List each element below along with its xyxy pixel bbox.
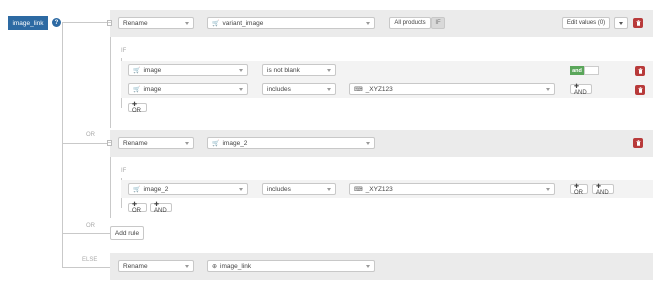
cart-icon: 🛒 [133,186,141,193]
add-and-inline-button-2[interactable]: ✚ AND [592,184,614,196]
target-field-select-1[interactable]: 🛒 variant_image [207,17,375,29]
chevron-down-icon [239,188,243,191]
condition-2-field-select[interactable]: 🛒 image_2 [128,183,248,195]
chevron-down-icon [366,142,370,145]
chevron-down-icon [327,88,331,91]
edit-values-button[interactable]: Edit values (0) [562,17,610,29]
trash-icon [638,68,642,74]
cart-icon: 🛒 [133,67,141,74]
if-label-2: IF [121,168,127,174]
delete-condition-1-row-1-button[interactable] [635,66,645,76]
condition-1-row-1-field-value: image [143,66,162,74]
trash-icon [636,140,640,146]
action-select-2-value: Rename [123,139,148,147]
chevron-down-icon [366,265,370,268]
or-connector-toggle[interactable] [584,66,599,75]
else-target-field-select-value: image_link [220,262,252,270]
if-badge-button[interactable]: IF [431,17,445,29]
else-action-select[interactable]: Rename [118,260,194,272]
tree-connector-or-2 [62,233,110,234]
condition-2-operator-value: includes [267,185,291,193]
condition-1-row-1-operator-value: is not blank [267,66,300,74]
target-field-select-2[interactable]: 🛒 image_2 [207,137,375,149]
else-action-select-value: Rename [123,262,148,270]
chevron-down-icon [185,265,189,268]
chevron-down-icon [366,22,370,25]
rule-1-options-dropdown[interactable] [614,17,628,29]
tree-connector-vertical [62,22,63,268]
chevron-down-icon [546,188,550,191]
action-select-2[interactable]: Rename [118,137,194,149]
chevron-down-icon [185,142,189,145]
add-and-condition-button-1[interactable]: ✚ AND [570,84,592,96]
action-select-1[interactable]: Rename [118,17,194,29]
condition-1-row-2-operator-select[interactable]: includes [262,83,336,95]
help-icon[interactable]: ? [52,18,61,27]
target-field-select-1-value: variant_image [222,19,264,27]
add-or-group-button-1[interactable]: ✚ OR [128,102,147,114]
condition-1-row-2-field-select[interactable]: 🛒 image [128,83,248,95]
add-or-inline-button-2[interactable]: ✚ OR [570,184,588,196]
collapse-toggle-rule-1[interactable]: – [107,20,112,26]
delete-rule-2-button[interactable] [633,138,643,148]
and-connector-toggle[interactable]: and [570,66,584,75]
condition-2-operator-select[interactable]: includes [262,183,336,195]
chevron-down-icon [239,88,243,91]
cart-icon: 🛒 [212,140,220,147]
chevron-down-icon [327,69,331,72]
trash-icon [636,20,640,26]
chevron-down-icon [239,69,243,72]
condition-1-row-2-value: _XYZ123 [365,85,393,93]
condition-1-row-1-operator-select[interactable]: is not blank [262,64,336,76]
or-label-2: OR [86,223,95,229]
or-label-1: OR [86,132,95,138]
else-label: ELSE [82,257,98,263]
chevron-down-icon [546,88,550,91]
action-select-1-value: Rename [123,19,148,27]
add-and-group-button-2[interactable]: ✚ AND [150,202,172,214]
all-products-button[interactable]: All products [389,17,431,29]
chevron-down-icon [185,22,189,25]
chevron-down-icon [619,21,623,25]
tree-connector-or-1 [62,143,110,144]
add-or-group-button-2[interactable]: ✚ OR [128,202,147,214]
condition-1-row-2-field-value: image [143,85,162,93]
target-field-select-2-value: image_2 [222,139,248,147]
tree-connector-else [62,267,110,268]
delete-rule-1-button[interactable] [633,18,643,28]
collapse-toggle-rule-2[interactable]: – [107,140,112,146]
keyboard-icon: ⌨ [354,86,363,93]
cart-icon: 🛒 [212,20,220,27]
condition-2-value: _XYZ123 [365,185,393,193]
chevron-down-icon [327,188,331,191]
condition-1-row-2-value-select[interactable]: ⌨ _XYZ123 [349,83,555,95]
condition-1-row-2-operator-value: includes [267,85,291,93]
link-icon: ⊕ [212,263,218,270]
trash-icon [638,87,642,93]
condition-2-value-select[interactable]: ⌨ _XYZ123 [349,183,555,195]
keyboard-icon: ⌨ [354,186,363,193]
field-name-tag[interactable]: image_link [8,16,48,30]
condition-2-field-value: image_2 [143,185,169,193]
tree-connector-main [62,22,110,23]
add-rule-button[interactable]: Add rule [110,226,144,240]
else-target-field-select[interactable]: ⊕ image_link [207,260,375,272]
delete-condition-1-row-2-button[interactable] [635,85,645,95]
cart-icon: 🛒 [133,86,141,93]
if-label-1: IF [121,48,127,54]
condition-1-row-1-field-select[interactable]: 🛒 image [128,64,248,76]
